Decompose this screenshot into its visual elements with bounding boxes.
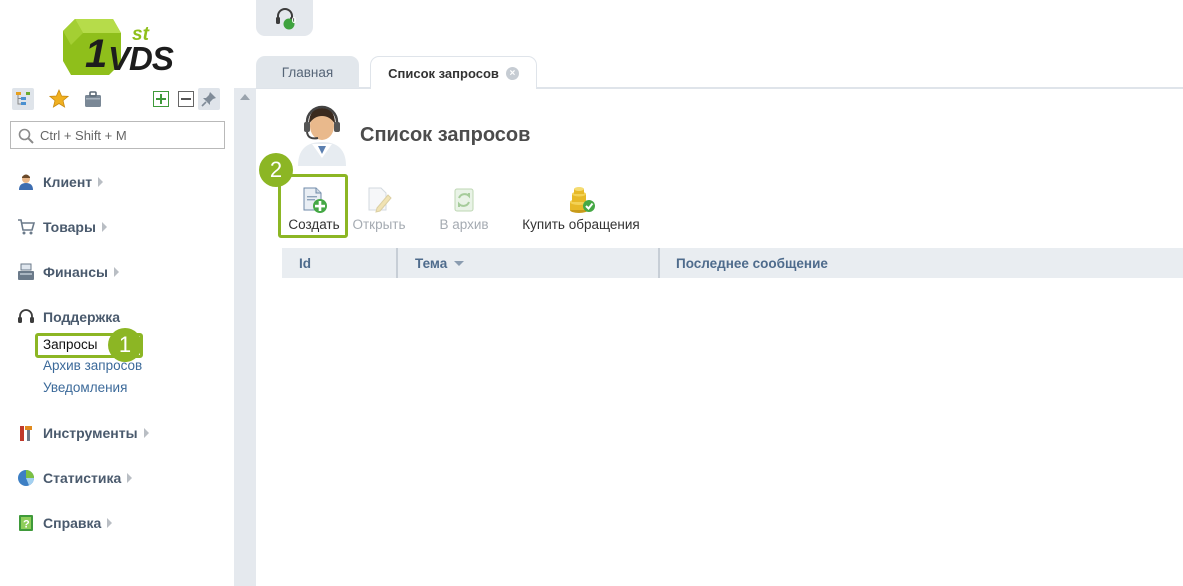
step-badge-1: 1	[108, 328, 142, 362]
sidebar-item-finance[interactable]: Финансы	[16, 261, 119, 283]
logo-brand: VDS	[108, 40, 174, 77]
open-button[interactable]: Открыть	[350, 184, 408, 236]
archive-icon	[450, 184, 478, 214]
chevron-right-icon	[114, 267, 119, 277]
coins-icon	[566, 184, 596, 214]
briefcase-icon[interactable]	[82, 88, 104, 110]
sort-desc-icon	[454, 260, 465, 266]
search-icon	[18, 128, 34, 144]
logo[interactable]: 1 st VDS	[58, 12, 182, 78]
sidebar-item-support[interactable]: Поддержка	[16, 306, 120, 328]
sidebar-search	[10, 121, 225, 149]
sidebar-item-tools[interactable]: Инструменты	[16, 422, 149, 444]
headset-icon	[16, 308, 36, 326]
close-icon[interactable]: ×	[505, 66, 519, 80]
tab-requests-list[interactable]: Список запросов ×	[370, 56, 537, 89]
collapse-minus-icon[interactable]	[175, 88, 197, 110]
tree-icon[interactable]	[12, 88, 34, 110]
collapse-arrow-icon[interactable]	[240, 94, 250, 100]
column-resize-handle[interactable]	[396, 248, 398, 278]
chevron-right-icon	[143, 428, 149, 438]
sidebar-item-label: Статистика	[43, 470, 122, 486]
step-badge-2: 2	[259, 153, 293, 187]
help-book-icon: ?	[16, 514, 36, 532]
tab-home[interactable]: Главная	[256, 56, 359, 88]
column-resize-handle[interactable]	[658, 248, 660, 278]
tab-label: Список запросов	[388, 65, 499, 81]
chevron-right-icon	[101, 222, 107, 232]
create-doc-icon	[300, 184, 328, 214]
svg-text:?: ?	[23, 519, 30, 531]
column-header-topic[interactable]: Тема	[415, 248, 465, 278]
cart-icon	[16, 218, 36, 236]
table-header: Id Тема Последнее сообщение	[282, 248, 1183, 278]
search-input[interactable]	[40, 125, 220, 145]
sidebar-item-label: Финансы	[43, 264, 108, 280]
page-title: Список запросов	[360, 124, 531, 146]
create-button-label: Создать	[288, 217, 340, 232]
svg-text:1: 1	[85, 32, 107, 76]
pin-icon[interactable]	[198, 88, 220, 110]
sidebar-item-client[interactable]: Клиент	[16, 171, 104, 193]
sidebar-splitter[interactable]	[234, 88, 256, 586]
sidebar-item-label: Товары	[43, 219, 96, 235]
tab-label: Главная	[281, 64, 334, 80]
archive-button-label: В архив	[439, 217, 489, 232]
edit-doc-icon	[365, 184, 393, 214]
client-icon	[16, 173, 36, 191]
sidebar-item-label: Поддержка	[43, 309, 121, 325]
pie-chart-icon	[16, 469, 36, 487]
chevron-right-icon	[107, 518, 113, 528]
column-header-label: Id	[299, 255, 311, 271]
sidebar-subitem-requests[interactable]: Запросы	[43, 337, 97, 352]
sidebar-toolbar	[12, 88, 224, 110]
sidebar-item-label: Инструменты	[43, 425, 138, 441]
expand-plus-icon[interactable]	[150, 88, 172, 110]
archive-button[interactable]: В архив	[432, 184, 496, 236]
sidebar-subitem-notifications[interactable]: Уведомления	[43, 380, 127, 395]
sidebar-item-products[interactable]: Товары	[16, 216, 107, 238]
sidebar: 1 st VDS Клиент	[0, 0, 234, 586]
sidebar-item-help[interactable]: ? Справка	[16, 512, 113, 534]
column-header-label: Последнее сообщение	[676, 255, 828, 271]
support-header-button[interactable]: 0	[256, 0, 313, 36]
buy-requests-button[interactable]: Купить обращения	[519, 184, 643, 236]
column-header-label: Тема	[415, 255, 448, 271]
buy-requests-button-label: Купить обращения	[522, 217, 640, 232]
sidebar-item-label: Справка	[43, 515, 102, 531]
support-badge-count: 0	[291, 16, 297, 25]
chevron-right-icon	[98, 177, 104, 187]
star-icon[interactable]	[48, 88, 70, 110]
column-header-last-message[interactable]: Последнее сообщение	[676, 248, 828, 278]
column-header-id[interactable]: Id	[299, 248, 311, 278]
sidebar-item-statistics[interactable]: Статистика	[16, 467, 133, 489]
create-button[interactable]: Создать	[285, 184, 343, 236]
sidebar-item-label: Клиент	[43, 174, 93, 190]
chevron-right-icon	[127, 473, 133, 483]
support-operator-icon	[290, 102, 354, 166]
tools-icon	[16, 424, 36, 442]
open-button-label: Открыть	[352, 217, 406, 232]
cash-register-icon	[16, 263, 36, 281]
